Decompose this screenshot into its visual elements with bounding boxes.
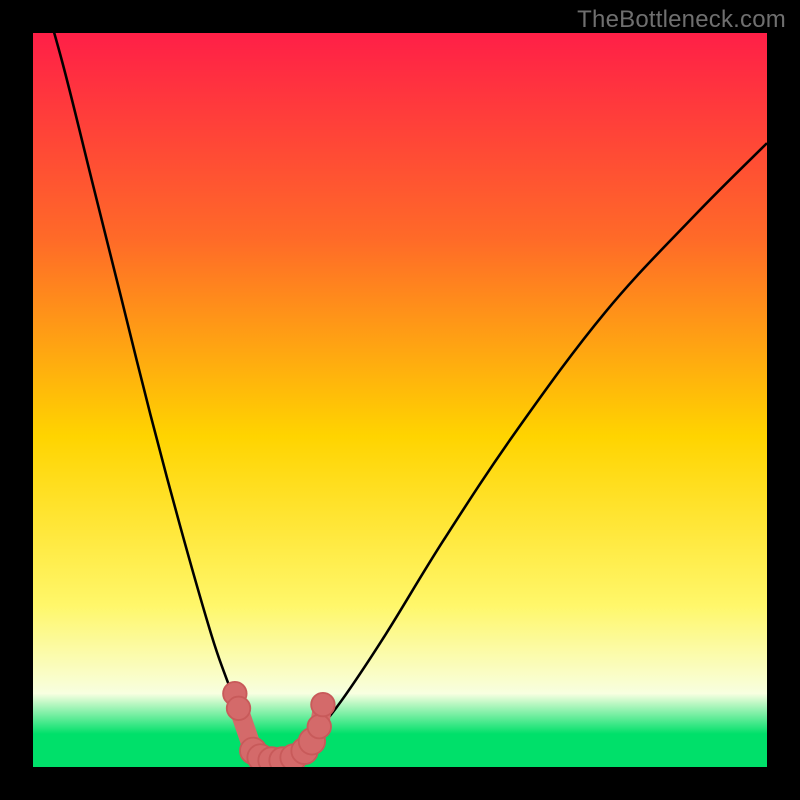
watermark-text: TheBottleneck.com bbox=[577, 6, 786, 34]
curve-marker bbox=[227, 697, 250, 720]
gradient-background bbox=[33, 33, 767, 767]
curve-marker bbox=[311, 693, 334, 716]
curve-marker bbox=[308, 715, 331, 738]
chart-frame: TheBottleneck.com bbox=[0, 0, 800, 800]
plot-area bbox=[33, 33, 767, 767]
bottleneck-chart bbox=[33, 33, 767, 767]
